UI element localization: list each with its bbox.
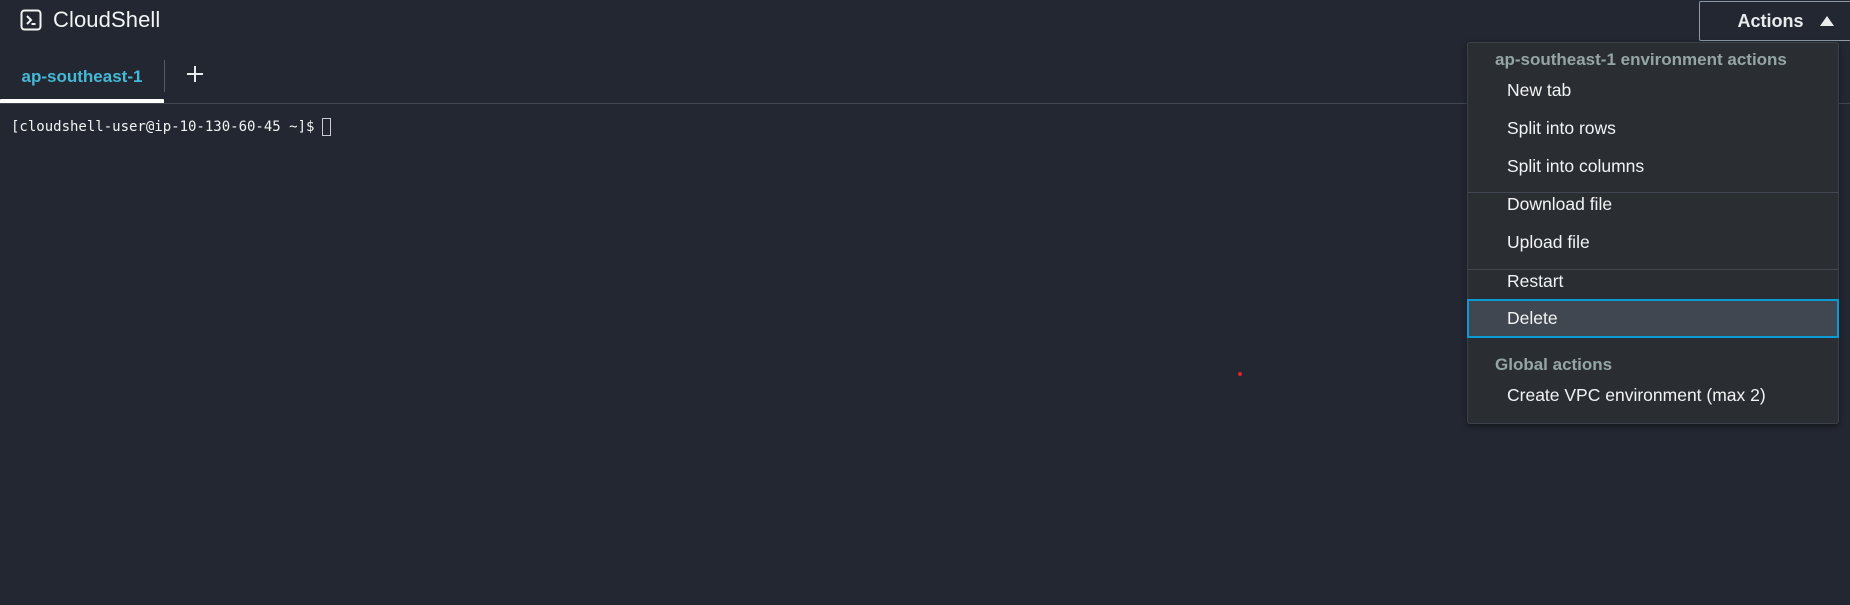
actions-button-label: Actions xyxy=(1737,10,1804,31)
menu-item-new-tab[interactable]: New tab xyxy=(1468,71,1838,109)
menu-item-delete[interactable]: Delete xyxy=(1467,299,1839,338)
menu-group-global-actions: Global actions xyxy=(1495,355,1613,374)
terminal-prompt-line: [cloudshell-user@ip-10-130-60-45 ~]$ xyxy=(11,118,332,136)
pointer-dot xyxy=(1238,372,1242,376)
plus-icon xyxy=(187,66,203,82)
actions-menu: ap-southeast-1 environment actions New t… xyxy=(1467,42,1839,424)
brand: CloudShell xyxy=(20,7,160,33)
tab-divider xyxy=(164,60,165,92)
menu-item-create-vpc-environment[interactable]: Create VPC environment (max 2) xyxy=(1468,376,1838,414)
terminal-prompt: [cloudshell-user@ip-10-130-60-45 ~]$ xyxy=(11,119,315,135)
actions-button[interactable]: Actions xyxy=(1699,1,1850,41)
terminal-icon xyxy=(20,9,42,31)
app-title: CloudShell xyxy=(53,7,161,32)
add-tab-button[interactable] xyxy=(180,56,210,92)
menu-item-split-rows[interactable]: Split into rows xyxy=(1468,109,1838,147)
menu-item-download-file[interactable]: Download file xyxy=(1468,185,1838,223)
menu-group-environment-actions: ap-southeast-1 environment actions xyxy=(1495,50,1787,69)
caret-up-icon xyxy=(1819,16,1834,26)
terminal-cursor xyxy=(322,118,332,136)
menu-item-split-columns[interactable]: Split into columns xyxy=(1468,147,1838,185)
tab-label: ap-southeast-1 xyxy=(21,67,143,86)
tab-ap-southeast-1[interactable]: ap-southeast-1 xyxy=(0,50,164,104)
menu-item-upload-file[interactable]: Upload file xyxy=(1468,223,1838,261)
menu-item-restart[interactable]: Restart xyxy=(1468,262,1838,300)
cloudshell-app: CloudShell Actions ap-southeast-1 [cloud… xyxy=(0,0,1850,605)
header: CloudShell Actions xyxy=(0,0,1850,41)
